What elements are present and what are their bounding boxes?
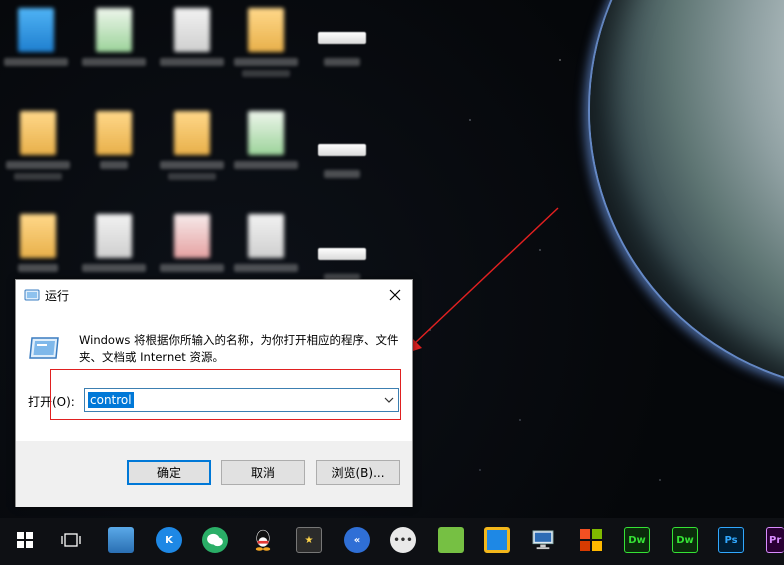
dialog-footer: 确定 取消 浏览(B)... (16, 441, 412, 507)
premiere-icon[interactable]: Pr (766, 527, 784, 553)
chat-app-icon[interactable]: ••• (390, 527, 416, 553)
run-app-icon (24, 287, 40, 301)
green-app-icon[interactable] (438, 527, 464, 553)
dreamweaver-icon[interactable]: Dw (672, 527, 698, 553)
run-dialog: 运行 Windows 将根据你所输入的名称，为你打开相应的程序、文件夹、文档或 … (15, 279, 413, 507)
browse-button[interactable]: 浏览(B)... (316, 460, 400, 485)
network-icon[interactable] (108, 527, 134, 553)
wechat-icon[interactable] (202, 527, 228, 553)
cancel-button[interactable]: 取消 (221, 460, 305, 485)
ok-button[interactable]: 确定 (127, 460, 211, 485)
star-app-icon[interactable]: ★ (296, 527, 322, 553)
task-view-icon[interactable] (58, 527, 84, 553)
monitor-app-icon[interactable] (530, 527, 556, 553)
tiles-app-icon[interactable] (578, 527, 604, 553)
dialog-description: Windows 将根据你所输入的名称，为你打开相应的程序、文件夹、文档或 Int… (79, 333, 399, 364)
windows-start-icon[interactable] (12, 527, 38, 553)
dreamweaver-icon[interactable]: Dw (624, 527, 650, 553)
run-program-icon (28, 334, 60, 362)
qq-icon[interactable] (250, 527, 276, 553)
taskbar: K ★ « ••• Dw Dw Ps Pr (0, 518, 784, 565)
annotation-highlight-box (50, 369, 401, 420)
close-icon (389, 289, 401, 301)
dialog-title: 运行 (45, 289, 70, 303)
dialog-titlebar[interactable]: 运行 (16, 280, 412, 310)
arrow-app-icon[interactable]: « (344, 527, 370, 553)
close-button[interactable] (382, 282, 408, 308)
package-app-icon[interactable] (484, 527, 510, 553)
k-app-icon[interactable]: K (156, 527, 182, 553)
photoshop-icon[interactable]: Ps (718, 527, 744, 553)
